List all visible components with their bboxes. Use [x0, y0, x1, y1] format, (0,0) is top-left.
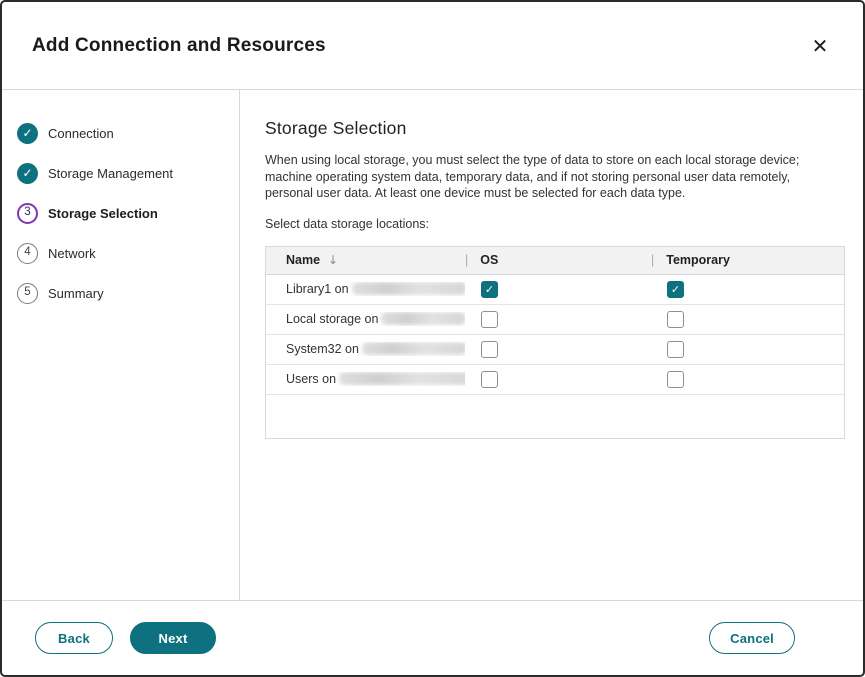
step-network[interactable]: 4 Network [2, 233, 239, 273]
page-description: When using local storage, you must selec… [265, 152, 841, 202]
dialog-title: Add Connection and Resources [32, 35, 326, 57]
step-label: Storage Selection [48, 206, 158, 221]
redacted-server-name [339, 372, 465, 385]
column-header-name[interactable]: Name ↓ [266, 253, 465, 267]
temporary-checkbox[interactable]: ✓ [667, 281, 684, 298]
next-button[interactable]: Next [130, 622, 216, 654]
select-locations-label: Select data storage locations: [265, 217, 841, 231]
storage-device-name: Local storage on [266, 312, 465, 326]
add-connection-resources-dialog: Add Connection and Resources ✕ ✓ Connect… [0, 0, 865, 677]
column-header-temporary: | Temporary [651, 253, 844, 267]
table-row: Users on. [266, 365, 844, 395]
step-number-badge: 4 [17, 243, 38, 264]
os-checkbox[interactable]: ✓ [481, 281, 498, 298]
dialog-footer: Back Next Cancel [2, 600, 863, 675]
redacted-server-name [352, 282, 465, 295]
step-complete-check-icon: ✓ [17, 163, 38, 184]
os-checkbox[interactable] [481, 341, 498, 358]
step-number-badge: 5 [17, 283, 38, 304]
step-summary[interactable]: 5 Summary [2, 273, 239, 313]
step-storage-management[interactable]: ✓ Storage Management [2, 153, 239, 193]
dialog-header: Add Connection and Resources ✕ [2, 2, 863, 90]
temporary-checkbox[interactable] [667, 371, 684, 388]
os-checkbox[interactable] [481, 371, 498, 388]
step-storage-selection[interactable]: 3 Storage Selection [2, 193, 239, 233]
storage-selection-panel: Storage Selection When using local stora… [240, 90, 863, 600]
os-checkbox[interactable] [481, 311, 498, 328]
storage-locations-table: Name ↓ | OS | Temporary Library1 on. [265, 246, 845, 439]
sort-descending-icon[interactable]: ↓ [328, 253, 338, 267]
column-header-os: | OS [465, 253, 651, 267]
storage-device-name: Library1 on. [266, 282, 465, 296]
column-label: Temporary [666, 253, 730, 267]
temporary-checkbox[interactable] [667, 341, 684, 358]
cancel-button[interactable]: Cancel [709, 622, 795, 654]
back-button[interactable]: Back [35, 622, 113, 654]
step-complete-check-icon: ✓ [17, 123, 38, 144]
dialog-body: ✓ Connection ✓ Storage Management 3 Stor… [2, 90, 863, 600]
table-row: Local storage on [266, 305, 844, 335]
column-label: Name [286, 253, 320, 267]
close-icon[interactable]: ✕ [803, 29, 837, 63]
table-row: System32 on [266, 335, 844, 365]
table-empty-space [266, 395, 844, 438]
temporary-checkbox[interactable] [667, 311, 684, 328]
redacted-server-name [381, 312, 465, 325]
redacted-server-name [362, 342, 465, 355]
page-title: Storage Selection [265, 118, 841, 139]
step-label: Summary [48, 286, 104, 301]
table-header-row: Name ↓ | OS | Temporary [266, 247, 844, 275]
wizard-steps-sidebar: ✓ Connection ✓ Storage Management 3 Stor… [2, 90, 240, 600]
column-separator: | [465, 253, 468, 267]
storage-device-name: Users on. [266, 372, 465, 386]
step-label: Storage Management [48, 166, 173, 181]
step-label: Connection [48, 126, 114, 141]
step-connection[interactable]: ✓ Connection [2, 113, 239, 153]
storage-device-name: System32 on [266, 342, 465, 356]
step-number-badge: 3 [17, 203, 38, 224]
column-label: OS [480, 253, 498, 267]
column-separator: | [651, 253, 654, 267]
table-row: Library1 on. ✓ ✓ [266, 275, 844, 305]
step-label: Network [48, 246, 96, 261]
